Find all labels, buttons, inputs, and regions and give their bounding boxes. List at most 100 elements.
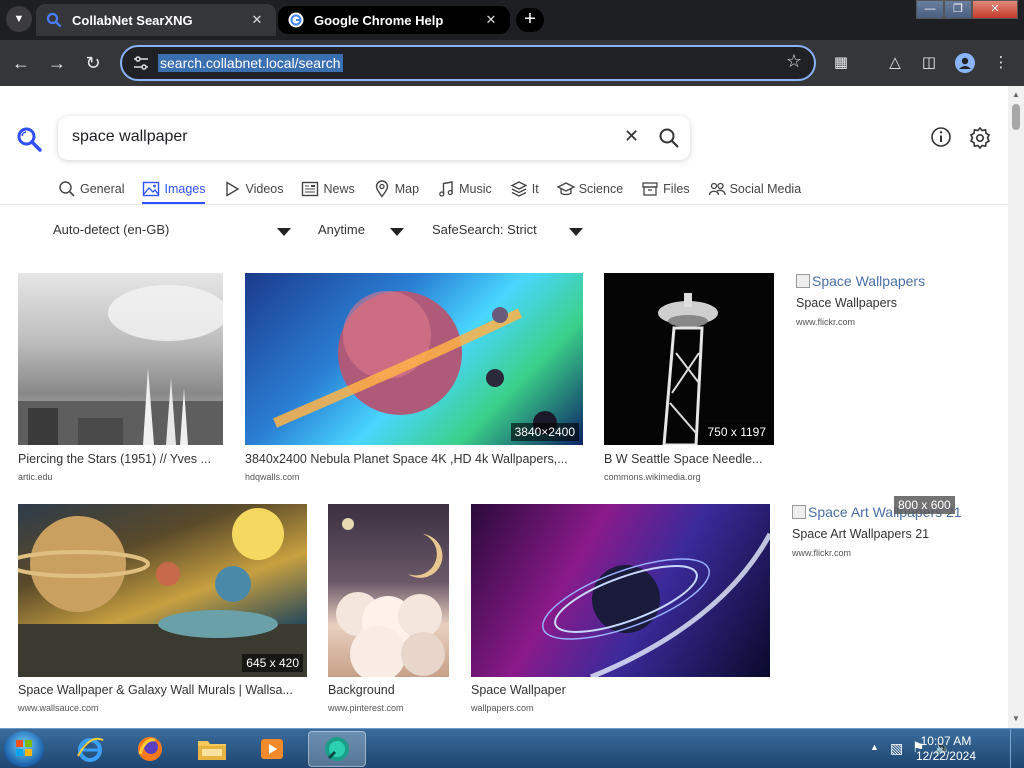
reload-button[interactable]: ↻	[82, 52, 104, 74]
result-title[interactable]: Space Wallpapers	[796, 296, 996, 310]
result-thumbnail[interactable]	[18, 273, 223, 445]
result-title[interactable]: 3840x2400 Nebula Planet Space 4K ,HD 4k …	[245, 452, 583, 466]
tab-videos[interactable]: Videos	[223, 178, 283, 200]
result-url: commons.wikimedia.org	[604, 472, 701, 482]
taskbar-media-player[interactable]	[246, 731, 298, 767]
forward-button[interactable]: →	[46, 52, 68, 74]
result-thumbnail[interactable]	[245, 273, 583, 445]
time-range-select[interactable]: Anytime	[318, 222, 365, 237]
tab-general[interactable]: General	[58, 178, 124, 200]
tab-images[interactable]: Images	[142, 178, 206, 204]
resolution-badge: 645 x 420	[242, 654, 303, 672]
chevron-down-icon[interactable]	[277, 228, 291, 236]
maximize-button[interactable]: ❐	[944, 0, 972, 19]
minimize-button[interactable]: —	[916, 0, 944, 19]
image-result[interactable]: Space Art Wallpapers 21 800 x 600 Space …	[792, 496, 1002, 566]
tab-it[interactable]: It	[510, 178, 539, 200]
image-result[interactable]: Space Wallpapers Space Wallpapers www.fl…	[796, 273, 996, 333]
scrollbar-thumb[interactable]	[1012, 104, 1020, 130]
back-button[interactable]: ←	[10, 52, 32, 74]
taskbar-chrome-app[interactable]	[308, 731, 366, 767]
tab-news[interactable]: News	[301, 178, 355, 200]
clear-search-icon[interactable]: ✕	[624, 126, 639, 147]
result-thumbnail[interactable]	[604, 273, 774, 445]
broken-image[interactable]: Space Wallpapers	[796, 273, 925, 289]
tab-label: Social Media	[729, 182, 802, 196]
image-result[interactable]: Piercing the Stars (1951) // Yves ... ar…	[18, 273, 223, 483]
taskbar-firefox[interactable]	[124, 731, 176, 767]
close-tab-icon[interactable]: ✕	[482, 12, 500, 28]
location-pin-icon	[375, 180, 388, 198]
clock-time: 10:07 AM	[920, 734, 972, 748]
result-title[interactable]: Space Wallpaper	[471, 683, 770, 697]
tab-map[interactable]: Map	[373, 178, 419, 200]
result-title[interactable]: Piercing the Stars (1951) // Yves ...	[18, 452, 223, 466]
start-button[interactable]	[4, 731, 44, 767]
resolution-badge: 3840×2400	[510, 423, 579, 441]
show-desktop-button[interactable]	[1010, 729, 1024, 768]
result-thumbnail[interactable]	[471, 504, 770, 677]
chevron-down-icon: ▼	[13, 13, 25, 25]
tab-title: Google Chrome Help	[314, 12, 444, 28]
windows-logo-icon	[16, 740, 32, 756]
image-result[interactable]: 750 x 1197 B W Seattle Space Needle... c…	[604, 273, 774, 483]
image-result[interactable]: 3840×2400 3840x2400 Nebula Planet Space …	[245, 273, 583, 483]
image-result[interactable]: 645 x 420 Space Wallpaper & Galaxy Wall …	[18, 504, 307, 714]
app-icon	[325, 737, 349, 761]
searxng-page: space wallpaper ✕ General Images Videos …	[0, 86, 1008, 728]
new-tab-button[interactable]: +	[516, 8, 544, 32]
info-icon[interactable]	[930, 126, 952, 148]
result-title[interactable]: Background	[328, 683, 449, 697]
close-window-button[interactable]: ✕	[972, 0, 1018, 19]
tab-label: Science	[578, 182, 624, 196]
image-result[interactable]: Space Wallpaper wallpapers.com	[471, 504, 770, 714]
tab-label: It	[531, 182, 539, 196]
url-text[interactable]: search.collabnet.local/search	[158, 54, 343, 72]
profile-button[interactable]	[954, 52, 976, 74]
extensions-button[interactable]: ▦	[830, 52, 852, 74]
taskbar-clock[interactable]: 10:07 AM 12/22/2024	[916, 734, 976, 764]
site-info-icon[interactable]	[132, 55, 150, 71]
result-thumbnail[interactable]	[18, 504, 307, 677]
puzzle-icon: ▦	[833, 54, 849, 71]
show-hidden-icons[interactable]: ▲	[870, 742, 879, 752]
scroll-up-icon[interactable]: ▲	[1008, 88, 1024, 102]
search-input[interactable]: space wallpaper	[72, 128, 188, 146]
tab-science[interactable]: Science	[556, 178, 624, 200]
chevron-down-icon[interactable]	[569, 228, 583, 236]
image-result[interactable]: Background www.pinterest.com	[328, 504, 449, 714]
tab-social-media[interactable]: Social Media	[708, 178, 802, 200]
close-tab-icon[interactable]: ✕	[248, 12, 266, 28]
result-title[interactable]: Space Art Wallpapers 21	[792, 527, 992, 541]
tab-label: Videos	[245, 182, 284, 196]
tab-music[interactable]: Music	[437, 178, 492, 200]
page-scrollbar[interactable]: ▲ ▼	[1008, 86, 1024, 728]
arrow-right-icon: →	[48, 53, 66, 73]
thumbnail-graphic	[18, 508, 307, 677]
tab-search-button[interactable]: ▼	[6, 6, 32, 32]
play-icon	[226, 181, 240, 197]
tab-collabnet-searxng[interactable]: CollabNet SearXNG ✕	[36, 4, 276, 36]
gear-icon[interactable]	[968, 126, 992, 150]
result-title[interactable]: Space Wallpaper & Galaxy Wall Murals | W…	[18, 683, 307, 697]
internet-explorer-icon	[77, 737, 104, 762]
result-thumbnail[interactable]	[328, 504, 449, 677]
browser-toolbar: ← → ↻ search.collabnet.local/search ☆ ▦ …	[0, 40, 1024, 86]
search-icon[interactable]	[658, 127, 680, 149]
labs-button[interactable]: △	[884, 52, 906, 74]
tab-google-chrome-help[interactable]: Google Chrome Help ✕	[278, 6, 510, 34]
safesearch-select[interactable]: SafeSearch: Strict	[432, 222, 537, 237]
scroll-down-icon[interactable]: ▼	[1008, 712, 1024, 726]
menu-button[interactable]: ⋮	[990, 52, 1012, 74]
network-icon[interactable]: ▧	[890, 740, 903, 757]
taskbar-internet-explorer[interactable]	[64, 731, 116, 767]
chevron-down-icon[interactable]	[390, 228, 404, 236]
tab-files[interactable]: Files	[641, 178, 690, 200]
side-panel-button[interactable]: ◫	[918, 52, 940, 74]
language-select[interactable]: Auto-detect (en-GB)	[53, 222, 169, 237]
searxng-logo-icon[interactable]	[16, 126, 42, 152]
result-title[interactable]: B W Seattle Space Needle...	[604, 452, 774, 466]
address-bar[interactable]: search.collabnet.local/search ☆	[120, 45, 816, 81]
taskbar-file-explorer[interactable]	[186, 731, 238, 767]
bookmark-star-icon[interactable]: ☆	[786, 51, 802, 72]
